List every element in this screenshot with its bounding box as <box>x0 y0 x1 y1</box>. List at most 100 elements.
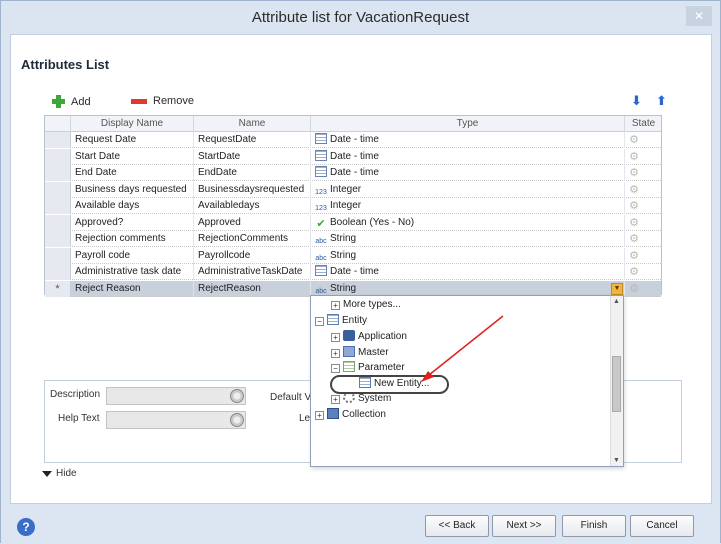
tree-node-collection[interactable]: + Collection <box>315 408 386 422</box>
section-title: Attributes List <box>21 57 110 72</box>
dropdown-scrollbar[interactable]: ▲ ▼ <box>610 296 623 466</box>
scroll-up-icon[interactable]: ▲ <box>613 298 620 305</box>
row-header[interactable] <box>45 247 71 264</box>
next-button[interactable]: Next >> <box>492 515 556 537</box>
tree-node-master[interactable]: + Master <box>331 346 389 360</box>
cell-type[interactable]: Date - time <box>311 132 625 148</box>
collapse-icon[interactable]: − <box>331 364 340 373</box>
tree-node-parameter[interactable]: − Parameter <box>331 361 405 375</box>
row-header[interactable]: * <box>45 280 71 297</box>
table-row[interactable]: Start Date StartDate Date - time ⚙ <box>45 148 661 165</box>
row-header[interactable] <box>45 148 71 165</box>
expand-icon[interactable]: + <box>331 333 340 342</box>
add-button[interactable]: Add <box>52 95 91 108</box>
cell-display-name[interactable]: Payroll code <box>71 247 194 264</box>
table-row[interactable]: Administrative task date AdministrativeTa… <box>45 264 661 280</box>
cell-name[interactable]: Payrollcode <box>194 247 311 264</box>
cell-type[interactable]: ✔ Boolean (Yes - No) <box>311 214 625 231</box>
table-row[interactable]: Available days Availabledays 123 Integer ⚙ <box>45 198 661 214</box>
header-name[interactable]: Name <box>194 116 311 132</box>
cell-name[interactable]: RejectReason <box>194 280 311 297</box>
state-gear-icon: ⚙ <box>629 200 639 212</box>
tree-node-entity[interactable]: − Entity <box>315 314 367 328</box>
cell-display-name[interactable]: Reject Reason <box>71 280 194 297</box>
string-icon: abc <box>315 254 327 262</box>
cell-display-name[interactable]: Rejection comments <box>71 231 194 247</box>
cancel-button[interactable]: Cancel <box>630 515 694 537</box>
cell-name[interactable]: Approved <box>194 214 311 231</box>
move-up-icon[interactable]: ⬆ <box>656 93 667 109</box>
tree-node-application[interactable]: + Application <box>331 330 407 344</box>
cell-display-name[interactable]: Start Date <box>71 148 194 165</box>
scroll-down-icon[interactable]: ▼ <box>613 457 620 464</box>
row-header[interactable] <box>45 231 71 247</box>
expand-icon[interactable]: + <box>331 349 340 358</box>
table-row[interactable]: Payroll code Payrollcode abc String ⚙ <box>45 247 661 264</box>
description-input[interactable] <box>106 387 246 405</box>
cell-type[interactable]: Date - time <box>311 264 625 280</box>
expand-icon[interactable]: + <box>331 395 340 404</box>
row-header[interactable] <box>45 132 71 148</box>
expand-icon[interactable]: + <box>331 301 340 310</box>
table-row[interactable]: Business days requested Businessdaysreque… <box>45 181 661 198</box>
cell-name[interactable]: AdministrativeTaskDate <box>194 264 311 280</box>
table-row[interactable]: Rejection comments RejectionComments abc St… <box>45 231 661 247</box>
cell-name[interactable]: Businessdaysrequested <box>194 181 311 198</box>
row-header[interactable] <box>45 165 71 181</box>
close-button[interactable]: ✕ <box>686 6 712 26</box>
cell-display-name[interactable]: Business days requested <box>71 181 194 198</box>
default-value-label: Default V <box>270 392 312 403</box>
table-row[interactable]: Approved? Approved ✔ Boolean (Yes - No) ⚙ <box>45 214 661 231</box>
type-dropdown[interactable]: + More types... − Entity + Application + Mas… <box>310 295 624 467</box>
globe-icon[interactable] <box>230 389 244 403</box>
row-header[interactable] <box>45 214 71 231</box>
help-icon[interactable]: ? <box>17 518 35 536</box>
cell-type[interactable]: abc String <box>311 247 625 264</box>
table-row[interactable]: End Date EndDate Date - time ⚙ <box>45 165 661 181</box>
cell-type[interactable]: 123 Integer <box>311 181 625 198</box>
cell-type[interactable]: Date - time <box>311 148 625 165</box>
header-type[interactable]: Type <box>311 116 625 132</box>
cell-name[interactable]: RequestDate <box>194 132 311 148</box>
tree-node-system[interactable]: + System <box>331 392 391 406</box>
cell-display-name[interactable]: Request Date <box>71 132 194 148</box>
cell-display-name[interactable]: Available days <box>71 198 194 214</box>
cell-display-name[interactable]: End Date <box>71 165 194 181</box>
globe-icon[interactable] <box>230 413 244 427</box>
cell-name[interactable]: Availabledays <box>194 198 311 214</box>
help-text-input[interactable] <box>106 411 246 429</box>
tree-node-more-types[interactable]: + More types... <box>331 298 401 312</box>
header-display-name[interactable]: Display Name <box>71 116 194 132</box>
cell-name[interactable]: StartDate <box>194 148 311 165</box>
row-header[interactable] <box>45 264 71 280</box>
table-row[interactable]: Request Date RequestDate Date - time ⚙ <box>45 132 661 148</box>
row-header[interactable] <box>45 198 71 214</box>
cell-display-name[interactable]: Administrative task date <box>71 264 194 280</box>
cell-name[interactable]: RejectionComments <box>194 231 311 247</box>
row-header[interactable] <box>45 181 71 198</box>
title-bar: Attribute list for VacationRequest ✕ <box>1 1 720 33</box>
hide-toggle[interactable]: Hide <box>42 468 77 479</box>
scroll-thumb[interactable] <box>612 356 621 412</box>
cell-type[interactable]: Date - time <box>311 165 625 181</box>
cell-display-name[interactable]: Approved? <box>71 214 194 231</box>
type-label: Date - time <box>330 150 379 162</box>
parameter-table-icon <box>343 361 355 372</box>
state-gear-icon: ⚙ <box>629 134 639 146</box>
finish-button[interactable]: Finish <box>562 515 626 537</box>
expand-icon[interactable]: + <box>315 411 324 420</box>
state-gear-icon: ⚙ <box>629 183 639 196</box>
attributes-grid: Display Name Name Type State Request Dat… <box>44 115 662 297</box>
type-dropdown-button[interactable]: ▼ <box>611 282 623 295</box>
plus-icon <box>52 95 65 108</box>
header-state[interactable]: State <box>625 116 662 132</box>
move-down-icon[interactable]: ⬇ <box>631 93 642 109</box>
state-gear-icon: ⚙ <box>629 249 639 262</box>
cell-name[interactable]: EndDate <box>194 165 311 181</box>
remove-button[interactable]: Remove <box>131 95 194 107</box>
state-gear-icon: ⚙ <box>629 150 639 163</box>
cell-type[interactable]: abc String <box>311 231 625 247</box>
cell-type[interactable]: 123 Integer <box>311 198 625 214</box>
collapse-icon[interactable]: − <box>315 317 324 326</box>
back-button[interactable]: << Back <box>425 515 489 537</box>
